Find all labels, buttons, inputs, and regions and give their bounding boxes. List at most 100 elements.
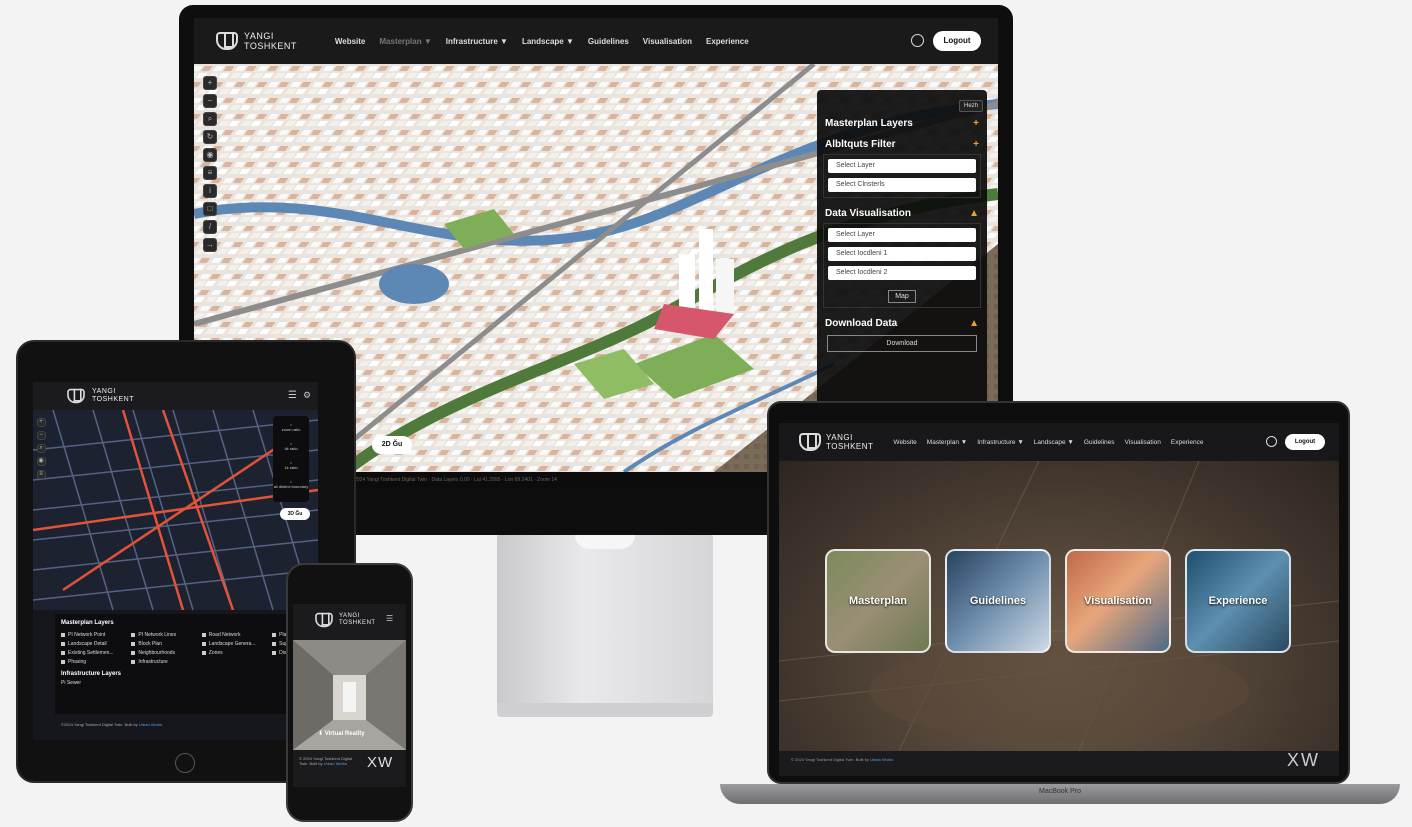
zoom-in-icon[interactable]: + [203, 76, 217, 90]
aerial-hero: Masterplan Guidelines Visualisation Expe… [779, 461, 1339, 751]
legend-item: 1k ratio [284, 465, 298, 470]
layer-checkbox[interactable]: Infrastructure [131, 659, 197, 665]
monitor-stand-hole [575, 535, 635, 549]
nav-visualisation[interactable]: Visualisation [1125, 439, 1161, 446]
layer-checkbox[interactable]: Landscape Detail [61, 641, 127, 647]
nav-experience[interactable]: Experience [1171, 439, 1204, 446]
layer-checkbox[interactable]: Landscape Genera... [202, 641, 268, 647]
zoom-out-icon[interactable]: − [203, 94, 217, 108]
tablet-layer-list: PI Network Point PI Network Lines Road N… [61, 632, 312, 665]
nav-landscape[interactable]: Landscape ▼ [522, 37, 574, 46]
nav-infrastructure[interactable]: Infrastructure ▼ [977, 439, 1024, 446]
nav-website[interactable]: Website [335, 37, 366, 46]
urban-works-link[interactable]: Urban Works [324, 761, 347, 766]
chevron-down-icon: ▼ [1017, 438, 1024, 446]
map-2d-toggle-button[interactable]: 2D Ğu [372, 436, 412, 454]
urban-works-link[interactable]: Urban Works [139, 722, 162, 727]
legend-item: 4k ratio [284, 446, 298, 451]
masterplan-layers-header[interactable]: Masterplan Layers + [821, 112, 983, 133]
layer-checkbox[interactable]: Road Network [202, 632, 268, 638]
user-icon[interactable] [911, 34, 924, 47]
tablet-home-button [175, 753, 195, 773]
laptop-screen: YANGI TOSHKENT Website Masterplan ▼ Infra… [779, 423, 1339, 776]
layer-checkbox[interactable]: Neighbourhoods [131, 650, 197, 656]
nav-guidelines[interactable]: Guidelines [588, 37, 629, 46]
layer-checkbox[interactable]: Block Plan [131, 641, 197, 647]
nav-experience[interactable]: Experience [706, 37, 749, 46]
menu-icon[interactable]: ☰ [386, 614, 393, 623]
xw-logo: XW [1287, 750, 1320, 770]
logout-button[interactable]: Logout [1285, 434, 1325, 450]
download-button[interactable]: Download [827, 335, 977, 352]
compass-icon[interactable]: ◉ [203, 148, 217, 162]
zoom-out-icon[interactable]: − [36, 431, 46, 440]
viz-select-indicator2-dropdown[interactable]: Select Iocdleni 2 [828, 266, 976, 280]
monitor-stand [497, 535, 713, 705]
monitor-stand-base [497, 703, 713, 717]
brand-logo[interactable]: YANGI TOSHKENT [216, 31, 297, 51]
filter-header[interactable]: Albltquts Filter + [821, 133, 983, 154]
viz-select-layer-dropdown[interactable]: Select Layer [828, 228, 976, 242]
rotate-icon[interactable]: ↻ [203, 130, 217, 144]
map-button[interactable]: Map [888, 290, 916, 303]
compass-icon[interactable]: ◉ [36, 457, 46, 466]
search-icon[interactable]: ⌕ [36, 444, 46, 453]
laptop-nav: Website Masterplan ▼ Infrastructure ▼ La… [893, 439, 1203, 446]
data-visualisation-header[interactable]: Data Visualisation ▲ [821, 202, 983, 223]
nav-guidelines[interactable]: Guidelines [1084, 439, 1115, 446]
layers-icon[interactable]: ≡ [203, 166, 217, 180]
layer-checkbox[interactable]: PI Network Lines [131, 632, 197, 638]
frame-icon[interactable]: □ [203, 202, 217, 216]
chevron-down-icon: ▼ [500, 36, 508, 46]
tablet-screen: YANGI TOSHKENT ☰ ⚙ • zoom ratio • 4k ratio … [33, 382, 318, 740]
viz-select-indicator1-dropdown[interactable]: Select Iocdleni 1 [828, 247, 976, 261]
search-icon[interactable]: ⌕ [203, 112, 217, 126]
layer-checkbox[interactable]: Existing Settlemen... [61, 650, 127, 656]
brand-logo-icon [315, 612, 333, 628]
download-icon: ⬇ [318, 731, 324, 737]
monitor-header: YANGI TOSHKENT Website Masterplan ▼ Infra… [194, 18, 998, 64]
nav-website[interactable]: Website [893, 439, 916, 446]
laptop-model-label: MacBook Pro [1038, 788, 1082, 795]
select-clusters-dropdown[interactable]: Select Clnsterls [828, 178, 976, 192]
user-icon[interactable] [1266, 436, 1277, 447]
settings-icon[interactable]: ⚙ [303, 390, 311, 401]
layer-checkbox[interactable]: Phasing [61, 659, 127, 665]
brand-logo[interactable]: YANGI TOSHKENT [799, 433, 873, 451]
menu-icon[interactable]: ☰ [288, 390, 297, 401]
panel-toggle-button[interactable]: Hezh [958, 100, 983, 112]
tablet-infra-sub[interactable]: Pi Sewer [61, 680, 312, 686]
vr-button[interactable]: ⬇ Virtual Reality [318, 730, 365, 737]
chevron-down-icon: ▼ [423, 36, 432, 46]
nav-infrastructure[interactable]: Infrastructure ▼ [446, 37, 508, 46]
chevron-down-icon: ▼ [1067, 438, 1074, 446]
experience-card[interactable]: Experience [1185, 549, 1291, 653]
masterplan-card[interactable]: Masterplan [825, 549, 931, 653]
nav-landscape[interactable]: Landscape ▼ [1034, 439, 1074, 446]
layer-checkbox[interactable]: Zones [202, 650, 268, 656]
brand-logo-icon [67, 388, 85, 404]
visualisation-card[interactable]: Visualisation [1065, 549, 1171, 653]
layer-checkbox[interactable]: PI Network Point [61, 632, 127, 638]
tablet-network-map[interactable]: • zoom ratio • 4k ratio • 1k ratio • all dis… [33, 410, 318, 610]
measure-icon[interactable]: / [203, 220, 217, 234]
expand-icon: + [973, 139, 979, 150]
phone-screen: YANGI TOSHKENT ☰ ⬇ Virtual Reality © 2024… [293, 604, 406, 787]
guidelines-card[interactable]: Guidelines [945, 549, 1051, 653]
urban-works-link[interactable]: Urban Works [870, 757, 893, 762]
select-layer-dropdown[interactable]: Select Layer [828, 159, 976, 173]
map-3d-toggle-button[interactable]: 3D Ğu [280, 508, 310, 520]
legend-item: all district boundary [273, 484, 309, 489]
info-icon[interactable]: i [203, 184, 217, 198]
nav-visualisation[interactable]: Visualisation [643, 37, 692, 46]
logout-button[interactable]: Logout [933, 31, 981, 51]
nav-masterplan[interactable]: Masterplan ▼ [927, 439, 967, 446]
layers-icon[interactable]: ≡ [36, 470, 46, 479]
monitor-nav: Website Masterplan ▼ Infrastructure ▼ La… [335, 37, 749, 46]
map-toolbar: + − ⌕ ↻ ◉ ≡ i □ / → [202, 72, 218, 256]
legend-item: zoom ratio [281, 427, 301, 432]
download-data-header[interactable]: Download Data ▲ [821, 312, 983, 333]
nav-masterplan[interactable]: Masterplan ▼ [379, 37, 431, 46]
zoom-in-icon[interactable]: + [36, 418, 46, 427]
arrow-icon[interactable]: → [203, 238, 217, 252]
